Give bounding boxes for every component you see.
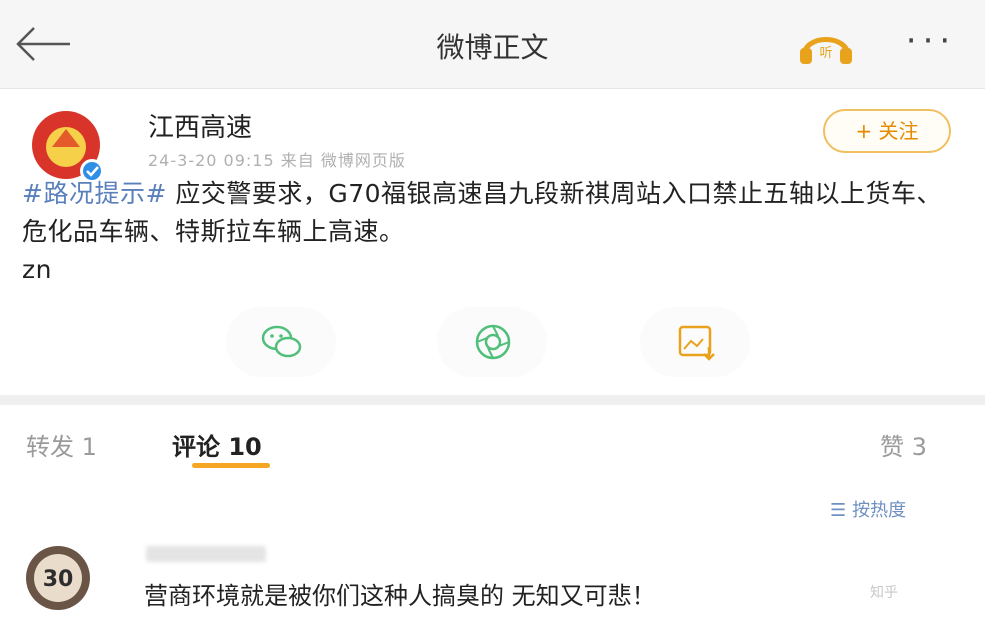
save-image-button[interactable]: [640, 307, 750, 377]
section-divider: [0, 395, 985, 405]
comment-text: 营商环境就是被你们这种人搞臭的 无知又可悲！: [144, 582, 656, 610]
listen-button[interactable]: 听: [796, 26, 856, 66]
tab-repost[interactable]: 转发 1: [26, 427, 97, 462]
share-moments-button[interactable]: [437, 307, 547, 377]
sort-by-hot-button[interactable]: ☰ 按热度: [830, 496, 906, 522]
author-name[interactable]: 江西高速: [148, 107, 252, 144]
sort-icon: ☰: [830, 500, 847, 521]
headphones-icon: 听: [800, 37, 852, 64]
sort-label: 按热度: [852, 500, 907, 521]
comment-item: 30 营商环境就是被你们这种人搞臭的 无知又可悲！: [0, 530, 985, 617]
active-tab-indicator: [192, 463, 270, 468]
follow-button[interactable]: + 关注: [823, 109, 951, 153]
more-options-button[interactable]: ···: [896, 22, 966, 66]
share-wechat-button[interactable]: [226, 307, 336, 377]
post-body: #路况提示# 应交警要求，G70福银高速昌九段新祺周站入口禁止五轴以上货车、危化…: [22, 175, 962, 289]
tab-like[interactable]: 赞 3: [880, 427, 927, 462]
listen-label: 听: [819, 46, 832, 61]
commenter-avatar-icon: 30: [26, 546, 90, 610]
share-row: [0, 307, 985, 377]
comment-username-blurred: [146, 546, 266, 562]
wechat-icon: [261, 325, 302, 358]
image-save-icon: [678, 325, 715, 361]
tab-bar: 转发 1 评论 10 赞 3: [0, 405, 985, 477]
tab-comment[interactable]: 评论 10: [172, 427, 262, 462]
avatar-badge-number: 30: [43, 567, 74, 592]
watermark: 知乎: [870, 585, 898, 601]
post-meta: 24-3-20 09:15 来自 微博网页版: [148, 151, 406, 170]
moments-icon: [475, 324, 511, 360]
hashtag-link[interactable]: #路况提示#: [22, 179, 167, 208]
comment-avatar[interactable]: 30: [22, 542, 94, 614]
post-signature: zn: [22, 255, 52, 284]
top-bar: 微博正文 听 ···: [0, 0, 985, 89]
post-card: 江西高速 24-3-20 09:15 来自 微博网页版 + 关注 #路况提示# …: [0, 89, 985, 395]
